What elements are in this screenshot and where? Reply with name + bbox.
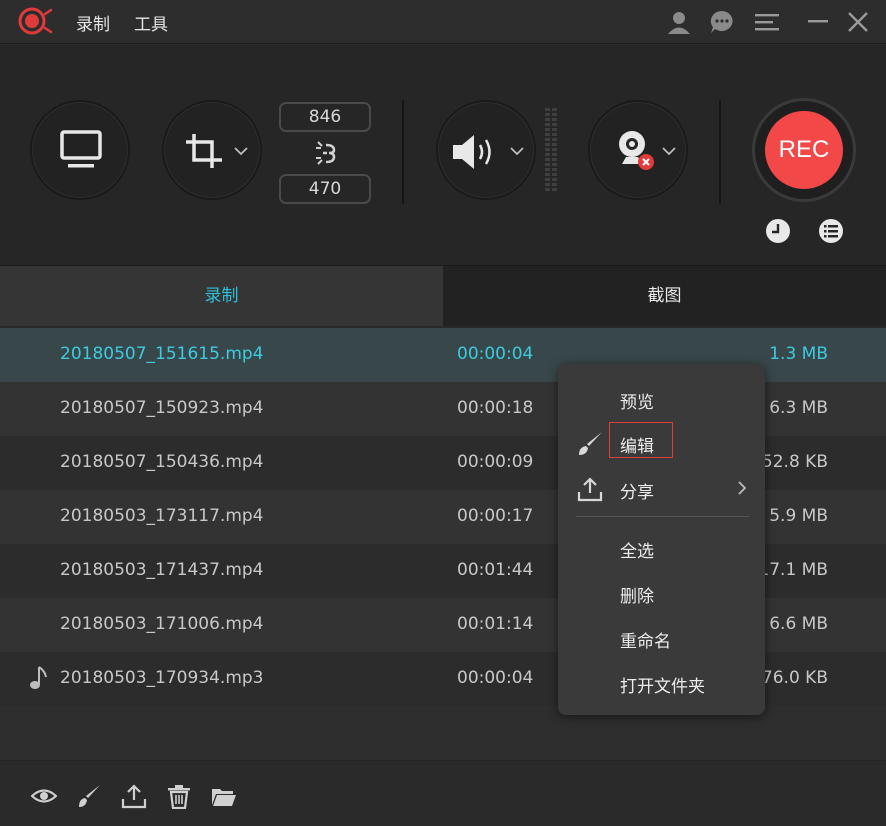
menu-item-rename[interactable]: 重命名 [558, 617, 765, 657]
tab-bar: 录制 截图 [0, 266, 886, 328]
file-size: 17.1 MB [758, 560, 828, 580]
menu-item-share[interactable]: 分享 [558, 468, 765, 508]
menu-item-preview[interactable]: 预览 [558, 378, 765, 418]
chevron-down-icon [662, 147, 676, 156]
task-list-icon[interactable] [818, 218, 844, 244]
menu-tools[interactable]: 工具 [134, 10, 168, 35]
volume-meter [545, 108, 557, 191]
link-icon[interactable] [314, 140, 338, 166]
speaker-icon [453, 135, 491, 169]
file-size: 1.3 MB [769, 344, 828, 364]
minimize-icon[interactable] [805, 9, 831, 35]
menu-item-label: 删除 [620, 587, 654, 607]
menu-item-label: 全选 [620, 542, 654, 562]
eye-icon[interactable] [31, 783, 57, 809]
file-size: 5.9 MB [769, 506, 828, 526]
recording-toolbar: 846 470 REC [0, 45, 886, 266]
file-name: 20180503_171006.mp4 [60, 614, 264, 634]
system-sound-button[interactable] [436, 100, 536, 200]
chevron-right-icon [738, 481, 747, 495]
highlight-box [609, 422, 673, 458]
menu-divider [576, 516, 749, 517]
height-field[interactable]: 470 [279, 174, 371, 204]
fullscreen-mode-button[interactable] [30, 100, 130, 200]
menu-item-open-folder[interactable]: 打开文件夹 [558, 662, 765, 702]
menu-item-label: 打开文件夹 [620, 677, 705, 697]
file-size: 6.6 MB [769, 614, 828, 634]
task-schedule-icon[interactable] [765, 218, 791, 244]
toolbar-divider [402, 100, 404, 204]
brush-icon [579, 432, 602, 455]
monitor-icon [60, 130, 102, 168]
file-name: 20180503_170934.mp3 [60, 668, 264, 688]
file-name: 20180503_173117.mp4 [60, 506, 264, 526]
tab-screenshot[interactable]: 截图 [443, 266, 886, 326]
chat-icon[interactable] [709, 9, 735, 35]
folder-icon[interactable] [211, 783, 237, 809]
menu-item-label: 预览 [620, 393, 654, 413]
app-logo-icon [18, 7, 53, 35]
tab-record[interactable]: 录制 [0, 266, 443, 326]
menu-item-label: 分享 [620, 483, 654, 503]
menu-item-delete[interactable]: 删除 [558, 572, 765, 612]
upload-icon[interactable] [121, 783, 147, 809]
file-name: 20180507_150923.mp4 [60, 398, 264, 418]
menu-item-label: 重命名 [620, 632, 671, 652]
title-bar: 录制 工具 [0, 0, 886, 44]
file-name: 20180507_151615.mp4 [60, 344, 264, 364]
webcam-button[interactable] [588, 100, 688, 200]
chevron-down-icon [234, 147, 248, 156]
toolbar-divider [719, 100, 721, 204]
trash-icon[interactable] [166, 783, 192, 809]
width-field[interactable]: 846 [279, 102, 371, 132]
context-menu: 预览 编辑 分享 全选 删除 重命名 打开文件夹 [558, 364, 765, 715]
file-duration: 00:01:14 [457, 614, 534, 634]
file-duration: 00:00:04 [457, 668, 534, 688]
menu-item-select-all[interactable]: 全选 [558, 527, 765, 567]
music-note-icon [30, 666, 47, 689]
file-name: 20180503_171437.mp4 [60, 560, 264, 580]
file-duration: 00:00:17 [457, 506, 534, 526]
file-size: 6.3 MB [769, 398, 828, 418]
rec-button-ring: REC [752, 98, 856, 202]
file-duration: 00:00:09 [457, 452, 534, 472]
webcam-icon [619, 131, 654, 170]
file-size: 52.8 KB [761, 452, 828, 472]
brush-icon[interactable] [76, 783, 102, 809]
upload-icon [577, 477, 603, 502]
file-duration: 00:00:18 [457, 398, 534, 418]
crop-icon [186, 134, 222, 168]
file-duration: 00:00:04 [457, 344, 534, 364]
chevron-down-icon [510, 147, 524, 156]
menu-icon[interactable] [754, 9, 780, 35]
rec-button[interactable]: REC [765, 111, 843, 189]
file-duration: 00:01:44 [457, 560, 534, 580]
menu-record[interactable]: 录制 [76, 10, 110, 35]
user-icon[interactable] [666, 9, 692, 35]
bottom-toolbar [0, 760, 886, 826]
close-icon[interactable] [845, 9, 871, 35]
file-name: 20180507_150436.mp4 [60, 452, 264, 472]
region-mode-button[interactable] [162, 100, 262, 200]
